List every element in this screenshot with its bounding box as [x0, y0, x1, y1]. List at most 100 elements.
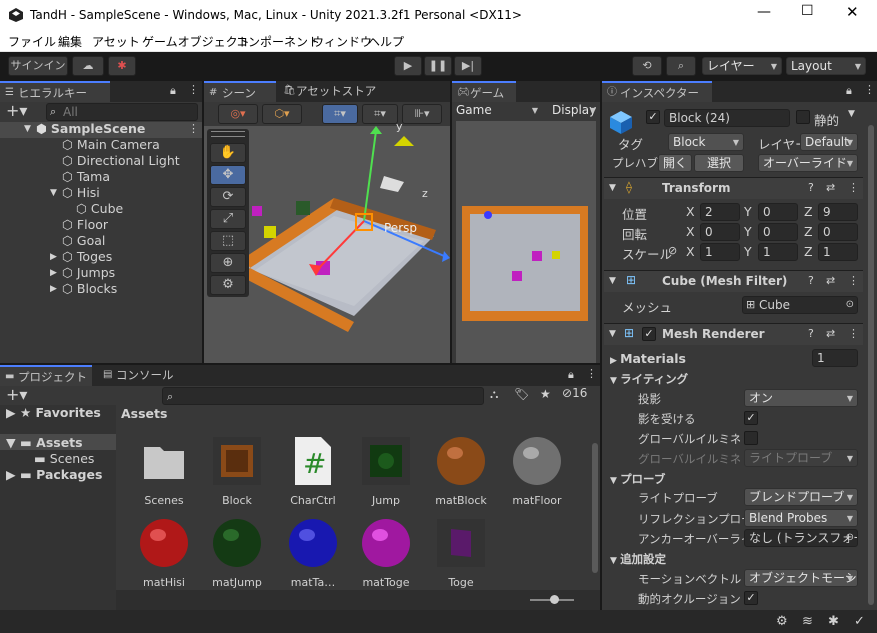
maximize-button[interactable]: ☐ — [801, 3, 814, 19]
overrides-dropdown[interactable]: オーバーライド — [758, 154, 858, 172]
static-dropdown-icon[interactable]: ▼ — [848, 109, 855, 119]
position-x-field[interactable]: 2 — [700, 203, 740, 221]
collab-icon[interactable]: ✱ — [108, 56, 136, 76]
hierarchy-item[interactable]: ⬡ Directional Light — [62, 153, 180, 168]
gi-checkbox[interactable] — [744, 431, 758, 445]
tab-hierarchy[interactable]: ☰ ヒエラルキー — [0, 81, 110, 102]
tree-packages[interactable]: ▶ ▬ Packages — [6, 467, 102, 482]
hierarchy-item[interactable]: ⬡ Goal — [62, 233, 105, 248]
position-y-field[interactable]: 0 — [758, 203, 798, 221]
pause-button[interactable]: ❚❚ — [424, 56, 452, 76]
menu-edit[interactable]: 編集 — [58, 33, 82, 50]
rect-tool-icon[interactable]: ⬚ — [210, 231, 246, 251]
draw-mode-icon[interactable]: ◎▾ — [218, 104, 258, 124]
receive-shadows-checkbox[interactable]: ✓ — [744, 411, 758, 425]
asset-item[interactable]: matToge — [351, 517, 421, 589]
palette-handle[interactable] — [211, 131, 245, 137]
scale-y-field[interactable]: 1 — [758, 243, 798, 261]
cloud-icon[interactable]: ☁ — [72, 56, 104, 76]
anchor-override-field[interactable]: なし (トランスフォーム)⊙ — [744, 529, 858, 547]
create-button[interactable]: +▾ — [6, 101, 27, 120]
grid-snap-icon[interactable]: ⌗▾ — [322, 104, 358, 124]
play-button[interactable]: ▶ — [394, 56, 422, 76]
menu-file[interactable]: ファイル — [8, 33, 56, 50]
link-icon[interactable]: ⊘ — [668, 244, 677, 257]
hierarchy-item[interactable]: ▶ ⬡ Jumps — [50, 265, 115, 280]
asset-item[interactable]: matJump — [202, 517, 272, 589]
signin-button[interactable]: サインイン — [8, 56, 68, 76]
asset-item[interactable]: Block — [202, 435, 272, 507]
tab-project[interactable]: ▬ プロジェクト — [0, 365, 92, 386]
tab-console[interactable]: ▤ コンソール — [98, 365, 178, 386]
bug-icon[interactable]: ✱ — [828, 614, 839, 629]
reflection-probes-dropdown[interactable]: Blend Probes — [744, 509, 858, 527]
static-checkbox[interactable] — [796, 110, 810, 124]
cast-shadows-dropdown[interactable]: オン — [744, 389, 858, 407]
scene-menu-icon[interactable]: ⋮ — [188, 122, 199, 135]
lock-icon[interactable]: 🔒︎ — [846, 84, 852, 98]
inspector-scrollbar[interactable] — [868, 125, 874, 605]
scale-tool-icon[interactable]: ⤢ — [210, 209, 246, 229]
asset-item[interactable]: matTa… — [278, 517, 348, 589]
mesh-field[interactable]: ⊞ Cube ⊙ — [742, 296, 858, 314]
additional-settings-foldout[interactable]: ▼ 追加設定 — [610, 551, 666, 567]
step-button[interactable]: ▶| — [454, 56, 482, 76]
kebab-menu-icon[interactable]: ⋮ — [188, 83, 199, 96]
game-display-dropdown[interactable]: Game — [452, 102, 542, 120]
asset-item[interactable]: matBlock — [426, 435, 496, 507]
menu-assets[interactable]: アセット — [92, 33, 140, 50]
asset-item[interactable]: matFloor — [502, 435, 572, 507]
minimize-button[interactable]: — — [757, 4, 771, 20]
hierarchy-item[interactable]: ⬡ Floor — [62, 217, 108, 232]
object-name-field[interactable]: Block (24) — [664, 109, 790, 127]
tag-dropdown[interactable]: Block — [668, 133, 744, 151]
gizmo-mode-icon[interactable]: ⬡▾ — [262, 104, 302, 124]
hierarchy-item-samplescene[interactable]: ▼ ⬢ SampleScene — [24, 121, 145, 136]
snap-icon[interactable]: ⌗▾ — [362, 104, 398, 124]
debug-icon[interactable]: ⚙ — [776, 614, 788, 629]
display-dropdown[interactable]: Display — [548, 102, 600, 120]
favorite-star-icon[interactable]: ★ — [540, 387, 551, 401]
tree-favorites[interactable]: ▶ ★ Favorites — [6, 405, 101, 420]
tree-scenes[interactable]: ▬ Scenes — [34, 451, 94, 466]
hierarchy-item[interactable]: ▼ ⬡ Hisi — [50, 185, 100, 200]
persp-label[interactable]: Persp — [384, 221, 417, 235]
tab-asset-store[interactable]: 🛍︎ アセットストア — [278, 81, 378, 102]
scale-x-field[interactable]: 1 — [700, 243, 740, 261]
probes-foldout[interactable]: ▼ プローブ — [610, 471, 665, 487]
history-icon[interactable]: ⟲ — [632, 56, 662, 76]
materials-foldout[interactable]: ▶ Materials — [610, 351, 686, 366]
hierarchy-item[interactable]: ⬡ Cube — [76, 201, 123, 216]
scale-z-field[interactable]: 1 — [818, 243, 858, 261]
motion-vectors-dropdown[interactable]: オブジェクトモーション — [744, 569, 858, 587]
asset-item[interactable]: matHisi — [129, 517, 199, 589]
kebab-menu-icon[interactable]: ⋮ — [864, 83, 875, 96]
hierarchy-item[interactable]: ▶ ⬡ Blocks — [50, 281, 117, 296]
tab-game[interactable]: 🎮︎ ゲーム — [452, 81, 516, 102]
hand-tool-icon[interactable]: ✋ — [210, 143, 246, 163]
transform-tool-icon[interactable]: ⊕ — [210, 253, 246, 273]
menu-help[interactable]: ヘルプ — [368, 33, 404, 50]
hierarchy-item[interactable]: ⬡ Main Camera — [62, 137, 160, 152]
progress-check-icon[interactable]: ✓ — [854, 614, 865, 629]
custom-tool-icon[interactable]: ⚙ — [210, 275, 246, 295]
asset-item[interactable]: # CharCtrl — [278, 435, 348, 507]
rotate-tool-icon[interactable]: ⟳ — [210, 187, 246, 207]
tab-scene[interactable]: # シーン — [204, 81, 276, 102]
hierarchy-item[interactable]: ⬡ Tama — [62, 169, 110, 184]
light-probes-dropdown[interactable]: ブレンドプローブ — [744, 488, 858, 506]
move-tool-icon[interactable]: ✥ — [210, 165, 246, 185]
lighting-foldout[interactable]: ▼ ライティング — [610, 371, 688, 387]
meshfilter-header[interactable]: ▼ ⊞ Cube (Mesh Filter) ? ⇄ ⋮ — [604, 270, 863, 292]
menu-window[interactable]: ウィンドウ — [312, 33, 372, 50]
asset-item[interactable]: Jump — [351, 435, 421, 507]
cache-icon[interactable]: ≋ — [802, 614, 813, 629]
rotation-y-field[interactable]: 0 — [758, 223, 798, 241]
prefab-open-button[interactable]: 開く — [658, 154, 692, 172]
search-icon[interactable]: ⌕ — [666, 56, 696, 76]
tab-inspector[interactable]: ⓘ インスペクター — [602, 81, 712, 102]
menu-component[interactable]: コンポーネント — [236, 33, 320, 50]
search-by-label-icon[interactable]: 🏷︎ — [514, 387, 529, 401]
game-viewport[interactable] — [452, 121, 600, 363]
asset-item[interactable]: Toge — [426, 517, 496, 589]
